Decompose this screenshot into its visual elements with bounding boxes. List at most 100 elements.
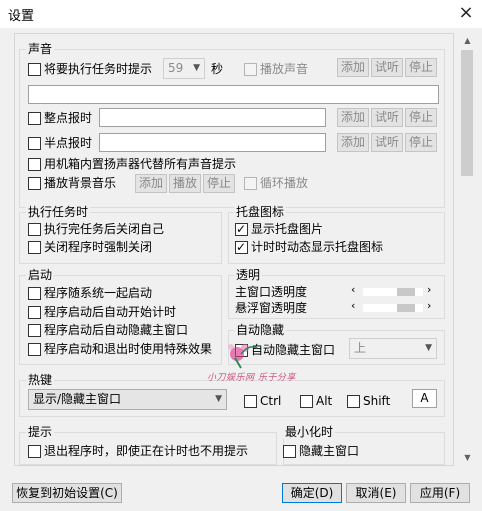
hotkey-group-title: 热键 [26, 373, 55, 387]
hotkey-action-select[interactable]: 显示/隐藏主窗口 ▼ [28, 389, 227, 410]
force-close-checkbox[interactable] [28, 241, 41, 254]
show-tray-icon-label: 显示托盘图片 [251, 222, 324, 236]
chevron-down-icon: ▼ [215, 394, 222, 404]
half-hour-chime-input[interactable] [99, 133, 326, 152]
minimize-group-title: 最小化时 [283, 425, 336, 439]
scroll-down-icon[interactable]: ▼ [459, 450, 476, 466]
apply-button[interactable]: 应用(F) [410, 483, 470, 503]
cancel-button[interactable]: 取消(E) [346, 483, 406, 503]
slider-right-icon[interactable]: › [427, 283, 431, 296]
bg-play-button[interactable]: 播放 [169, 174, 201, 193]
seconds-select[interactable]: 59 ▼ [163, 58, 205, 79]
half-hour-add-button[interactable]: 添加 [337, 133, 369, 152]
ctrl-checkbox[interactable] [244, 395, 257, 408]
startup-item-1-label: 程序启动后自动开始计时 [44, 305, 177, 319]
startup-group-title: 启动 [26, 268, 55, 282]
play-sound-checkbox[interactable] [244, 63, 257, 76]
settings-content: 声音 将要执行任务时提示 59 ▼ 秒 播放声音 添加 试听 停止 整点报时 添… [14, 33, 454, 466]
alt-label: Alt [316, 394, 333, 408]
reset-defaults-button[interactable]: 恢复到初始设置(C) [12, 483, 122, 503]
main-opacity-track [363, 288, 423, 296]
play-sound-label: 播放声音 [260, 62, 309, 76]
shift-checkbox[interactable] [347, 395, 360, 408]
half-hour-chime-label: 半点报时 [44, 136, 93, 150]
startup-item-3-checkbox[interactable] [28, 343, 41, 356]
startup-item-2-checkbox[interactable] [28, 324, 41, 337]
force-close-label: 关闭程序时强制关闭 [44, 240, 153, 254]
task-group [19, 212, 222, 264]
listen-sound-button[interactable]: 试听 [371, 58, 403, 77]
close-self-label: 执行完任务后关闭自己 [44, 222, 165, 236]
watermark-text: 小刀娱乐网 乐于分享 [207, 373, 296, 383]
main-opacity-thumb[interactable] [397, 288, 415, 296]
bg-add-button[interactable]: 添加 [135, 174, 167, 193]
hour-stop-button[interactable]: 停止 [405, 108, 437, 127]
stop-sound-button[interactable]: 停止 [405, 58, 437, 77]
tip-label: 退出程序时，即使正在计时也不用提示 [44, 444, 249, 458]
show-tray-icon-checkbox[interactable] [235, 221, 248, 237]
ok-button[interactable]: 确定(D) [282, 483, 342, 503]
half-hour-chime-checkbox[interactable] [28, 137, 41, 150]
startup-item-2-label: 程序启动后自动隐藏主窗口 [44, 323, 189, 337]
startup-item-1-checkbox[interactable] [28, 306, 41, 319]
loop-play-checkbox[interactable] [244, 177, 257, 190]
prompt-checkbox[interactable] [28, 63, 41, 76]
half-hour-stop-button[interactable]: 停止 [405, 133, 437, 152]
prompt-sound-path-input[interactable] [28, 85, 439, 104]
float-opacity-thumb[interactable] [397, 304, 415, 312]
scrollbar-thumb[interactable] [461, 50, 473, 176]
minimize-hide-checkbox[interactable] [283, 445, 296, 458]
dynamic-tray-checkbox[interactable] [235, 239, 248, 255]
hour-add-button[interactable]: 添加 [337, 108, 369, 127]
ctrl-label: Ctrl [260, 394, 282, 408]
slider-left-icon[interactable]: ‹ [351, 283, 355, 296]
close-self-checkbox[interactable] [28, 223, 41, 236]
hour-chime-checkbox[interactable] [28, 112, 41, 125]
slider-right-icon[interactable]: › [427, 299, 431, 312]
dynamic-tray-label: 计时时动态显示托盘图标 [251, 240, 384, 254]
autohide-position-value: 上 [354, 341, 367, 355]
hour-listen-button[interactable]: 试听 [371, 108, 403, 127]
alt-checkbox[interactable] [300, 395, 313, 408]
startup-item-0-label: 程序随系统一起启动 [44, 286, 153, 300]
main-opacity-slider[interactable]: ‹ › [351, 283, 435, 298]
minimize-hide-label: 隐藏主窗口 [299, 444, 360, 458]
autohide-group-title: 自动隐藏 [234, 323, 287, 337]
tray-group-title: 托盘图标 [234, 205, 287, 219]
speaker-checkbox[interactable] [28, 158, 41, 171]
slider-left-icon[interactable]: ‹ [351, 299, 355, 312]
chevron-down-icon: ▼ [425, 343, 432, 353]
chevron-down-icon: ▼ [193, 63, 200, 73]
add-sound-button[interactable]: 添加 [337, 58, 369, 77]
bg-music-label: 播放背景音乐 [44, 176, 117, 190]
hotkey-action-value: 显示/隐藏主窗口 [33, 392, 122, 406]
hotkey-key-value: A [420, 391, 429, 405]
float-opacity-track [363, 304, 423, 312]
close-icon[interactable]: × [455, 1, 477, 25]
window-title: 设置 [8, 9, 35, 24]
prompt-label: 将要执行任务时提示 [44, 62, 153, 76]
title-bar: 设置 × [0, 0, 482, 28]
scroll-up-icon[interactable]: ▲ [459, 33, 476, 49]
hour-chime-input[interactable] [99, 108, 326, 127]
hour-chime-label: 整点报时 [44, 111, 93, 125]
sound-group-title: 声音 [26, 42, 55, 56]
tip-checkbox[interactable] [28, 445, 41, 458]
tray-group [228, 212, 445, 264]
hotkey-key-input[interactable]: A [412, 389, 437, 408]
bg-stop-button[interactable]: 停止 [203, 174, 235, 193]
half-hour-listen-button[interactable]: 试听 [371, 133, 403, 152]
bg-music-checkbox[interactable] [28, 177, 41, 190]
float-opacity-label: 悬浮窗透明度 [235, 301, 308, 315]
tip-group-title: 提示 [26, 425, 55, 439]
transparency-group-title: 透明 [234, 268, 263, 282]
startup-item-3-label: 程序启动和退出时使用特殊效果 [44, 342, 213, 356]
float-opacity-slider[interactable]: ‹ › [351, 299, 435, 314]
speaker-label: 用机箱内置扬声器代替所有声音提示 [44, 157, 237, 171]
task-group-title: 执行任务时 [26, 205, 91, 219]
loop-play-label: 循环播放 [260, 176, 309, 190]
watermark-logo: 小刀娱乐网 乐于分享 [205, 338, 320, 390]
autohide-position-select[interactable]: 上 ▼ [349, 338, 437, 359]
startup-item-0-checkbox[interactable] [28, 287, 41, 300]
main-opacity-label: 主窗口透明度 [235, 285, 308, 299]
